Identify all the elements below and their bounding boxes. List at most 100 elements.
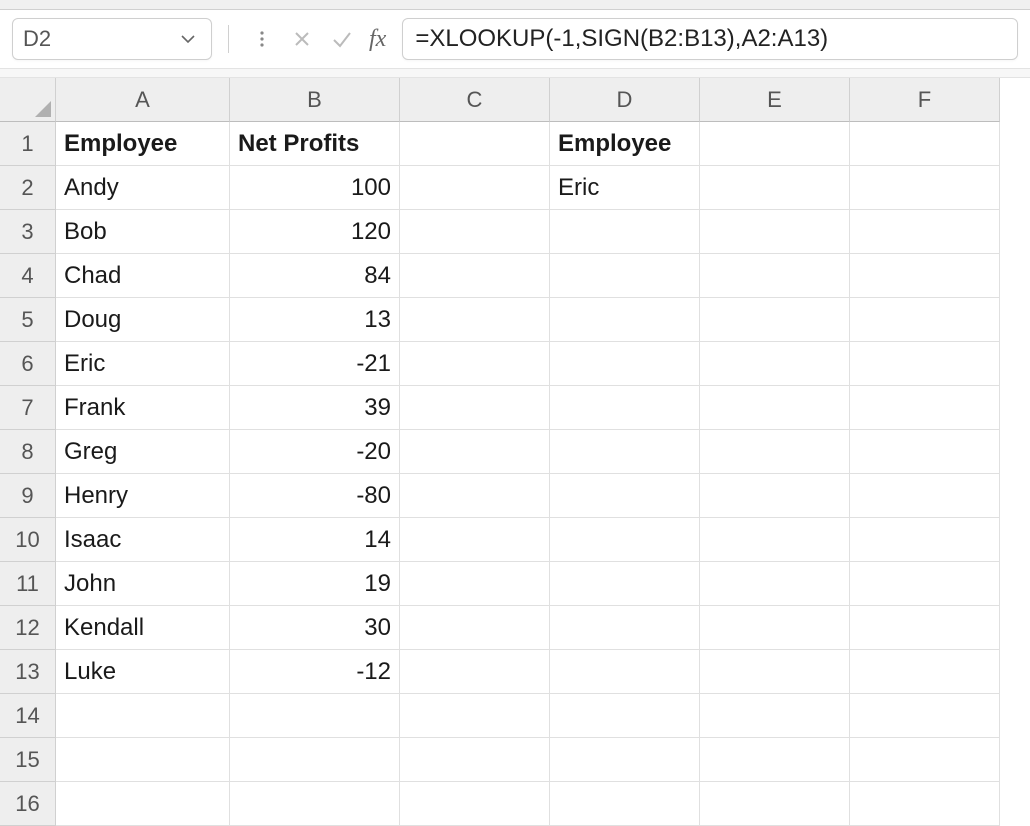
cell-D16[interactable] (550, 782, 700, 826)
cell-F9[interactable] (850, 474, 1000, 518)
cell-C10[interactable] (400, 518, 550, 562)
row-head-14[interactable]: 14 (0, 694, 56, 738)
cell-F5[interactable] (850, 298, 1000, 342)
row-head-6[interactable]: 6 (0, 342, 56, 386)
cell-F6[interactable] (850, 342, 1000, 386)
cell-B5[interactable]: 13 (230, 298, 400, 342)
cell-A15[interactable] (56, 738, 230, 782)
cell-D11[interactable] (550, 562, 700, 606)
cell-D9[interactable] (550, 474, 700, 518)
cell-A2[interactable]: Andy (56, 166, 230, 210)
cell-A16[interactable] (56, 782, 230, 826)
row-head-13[interactable]: 13 (0, 650, 56, 694)
row-head-3[interactable]: 3 (0, 210, 56, 254)
cell-A8[interactable]: Greg (56, 430, 230, 474)
cell-A9[interactable]: Henry (56, 474, 230, 518)
col-head-E[interactable]: E (700, 78, 850, 122)
cell-C3[interactable] (400, 210, 550, 254)
row-head-8[interactable]: 8 (0, 430, 56, 474)
name-box[interactable]: D2 (12, 18, 212, 60)
cell-B1[interactable]: Net Profits (230, 122, 400, 166)
cell-B16[interactable] (230, 782, 400, 826)
cell-D1[interactable]: Employee (550, 122, 700, 166)
cell-D10[interactable] (550, 518, 700, 562)
cell-B2[interactable]: 100 (230, 166, 400, 210)
cell-F3[interactable] (850, 210, 1000, 254)
cell-E6[interactable] (700, 342, 850, 386)
cell-E16[interactable] (700, 782, 850, 826)
cell-F13[interactable] (850, 650, 1000, 694)
row-head-2[interactable]: 2 (0, 166, 56, 210)
cell-F8[interactable] (850, 430, 1000, 474)
row-head-11[interactable]: 11 (0, 562, 56, 606)
cell-C9[interactable] (400, 474, 550, 518)
cell-B7[interactable]: 39 (230, 386, 400, 430)
cell-C14[interactable] (400, 694, 550, 738)
cell-A6[interactable]: Eric (56, 342, 230, 386)
cell-E12[interactable] (700, 606, 850, 650)
cell-A13[interactable]: Luke (56, 650, 230, 694)
cell-D8[interactable] (550, 430, 700, 474)
row-head-15[interactable]: 15 (0, 738, 56, 782)
cell-D13[interactable] (550, 650, 700, 694)
cell-A10[interactable]: Isaac (56, 518, 230, 562)
cell-C8[interactable] (400, 430, 550, 474)
col-head-C[interactable]: C (400, 78, 550, 122)
cell-C7[interactable] (400, 386, 550, 430)
cell-E8[interactable] (700, 430, 850, 474)
cell-A14[interactable] (56, 694, 230, 738)
row-head-7[interactable]: 7 (0, 386, 56, 430)
cell-E13[interactable] (700, 650, 850, 694)
cell-E1[interactable] (700, 122, 850, 166)
cell-D14[interactable] (550, 694, 700, 738)
chevron-down-icon[interactable] (175, 26, 201, 52)
cell-F2[interactable] (850, 166, 1000, 210)
enter-icon[interactable] (329, 26, 355, 52)
cell-C11[interactable] (400, 562, 550, 606)
cell-D12[interactable] (550, 606, 700, 650)
cell-D15[interactable] (550, 738, 700, 782)
cell-C15[interactable] (400, 738, 550, 782)
cell-C1[interactable] (400, 122, 550, 166)
cell-D4[interactable] (550, 254, 700, 298)
row-head-16[interactable]: 16 (0, 782, 56, 826)
cell-D3[interactable] (550, 210, 700, 254)
cell-B11[interactable]: 19 (230, 562, 400, 606)
row-head-12[interactable]: 12 (0, 606, 56, 650)
cell-A5[interactable]: Doug (56, 298, 230, 342)
spreadsheet-grid[interactable]: A B C D E F 1 Employee Net Profits Emplo… (0, 78, 1030, 826)
col-head-B[interactable]: B (230, 78, 400, 122)
cell-E11[interactable] (700, 562, 850, 606)
cell-F15[interactable] (850, 738, 1000, 782)
cell-E5[interactable] (700, 298, 850, 342)
cell-E2[interactable] (700, 166, 850, 210)
col-head-F[interactable]: F (850, 78, 1000, 122)
cell-C2[interactable] (400, 166, 550, 210)
cancel-icon[interactable] (289, 26, 315, 52)
cell-F14[interactable] (850, 694, 1000, 738)
cell-F7[interactable] (850, 386, 1000, 430)
cell-B8[interactable]: -20 (230, 430, 400, 474)
cell-E3[interactable] (700, 210, 850, 254)
cell-B4[interactable]: 84 (230, 254, 400, 298)
cell-E15[interactable] (700, 738, 850, 782)
cell-A4[interactable]: Chad (56, 254, 230, 298)
row-head-4[interactable]: 4 (0, 254, 56, 298)
cell-B9[interactable]: -80 (230, 474, 400, 518)
col-head-D[interactable]: D (550, 78, 700, 122)
row-head-9[interactable]: 9 (0, 474, 56, 518)
cell-C5[interactable] (400, 298, 550, 342)
cell-F1[interactable] (850, 122, 1000, 166)
row-head-1[interactable]: 1 (0, 122, 56, 166)
cell-C13[interactable] (400, 650, 550, 694)
col-head-A[interactable]: A (56, 78, 230, 122)
cell-C12[interactable] (400, 606, 550, 650)
cell-B15[interactable] (230, 738, 400, 782)
fx-icon[interactable]: fx (369, 26, 386, 53)
cell-B14[interactable] (230, 694, 400, 738)
cell-F10[interactable] (850, 518, 1000, 562)
cell-F4[interactable] (850, 254, 1000, 298)
cell-A3[interactable]: Bob (56, 210, 230, 254)
cell-D7[interactable] (550, 386, 700, 430)
cell-E10[interactable] (700, 518, 850, 562)
